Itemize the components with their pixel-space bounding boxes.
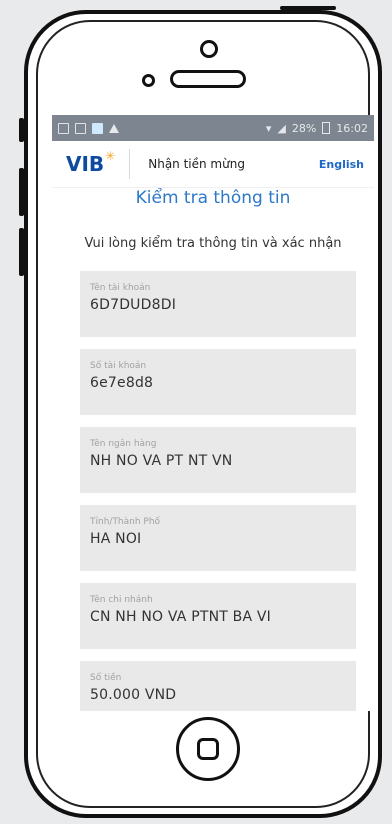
field-value: HA NOI [90, 531, 142, 547]
province-field: Tỉnh/Thành Phố HA NOI [80, 505, 356, 571]
silent-switch [19, 118, 24, 142]
proximity-sensor [142, 74, 155, 87]
field-label: Tên tài khoản [90, 283, 151, 293]
home-square-icon [197, 738, 219, 760]
front-camera [200, 40, 218, 58]
notification-icons [58, 122, 119, 134]
field-value: CN NH NO VA PTNT BA VI [90, 609, 272, 625]
message-icon [92, 122, 103, 134]
field-label: Tỉnh/Thành Phố [90, 517, 161, 527]
app-header: VIB ✳ Nhận tiền mừng English [52, 141, 374, 188]
signal-icon: ◢ [277, 121, 286, 135]
earpiece-speaker [170, 70, 246, 88]
notification-icon [58, 122, 69, 134]
field-label: Tên chi nhánh [90, 595, 153, 605]
field-value: 6e7e8d8 [90, 375, 154, 391]
battery-icon [322, 122, 331, 134]
bank-name-field: Tên ngân hàng NH NO VA PT NT VN [80, 427, 356, 493]
volume-up-button [19, 168, 24, 216]
battery-percent: 28% [291, 121, 317, 135]
system-status: ▾ ◢ 28% 16:02 [266, 122, 368, 135]
screen: ▾ ◢ 28% 16:02 VIB ✳ Nhận tiền mừng Engli… [52, 115, 374, 711]
field-label: Số tài khoản [90, 361, 147, 371]
field-value: 6D7DUD8DI [90, 297, 177, 313]
logo-star-icon: ✳ [105, 149, 116, 163]
field-value: 50.000 VND [90, 687, 177, 703]
instruction-text: Vui lòng kiểm tra thông tin và xác nhận [84, 236, 342, 251]
field-label: Tên ngân hàng [90, 439, 157, 449]
field-label: Số tiền [90, 673, 122, 683]
vib-logo[interactable]: VIB ✳ [52, 149, 116, 176]
header-divider [129, 149, 131, 179]
image-icon [75, 122, 86, 134]
logo-text: VIB [66, 152, 105, 176]
branch-name-field: Tên chi nhánh CN NH NO VA PTNT BA VI [80, 583, 356, 649]
amount-field: Số tiền 50.000 VND [80, 661, 356, 711]
volume-down-button [19, 228, 24, 276]
power-button [280, 6, 336, 10]
header-title: Nhận tiền mừng [148, 157, 245, 171]
wifi-icon: ▾ [265, 121, 272, 135]
account-name-field: Tên tài khoản 6D7DUD8DI [80, 271, 356, 337]
clock: 16:02 [336, 121, 368, 135]
account-number-field: Số tài khoản 6e7e8d8 [80, 349, 356, 415]
page-title: Kiểm tra thông tin [135, 188, 291, 208]
field-value: NH NO VA PT NT VN [90, 453, 233, 469]
warning-icon [109, 123, 119, 133]
status-bar: ▾ ◢ 28% 16:02 [52, 115, 374, 141]
home-button[interactable] [176, 717, 240, 781]
language-switch-link[interactable]: English [319, 158, 364, 171]
